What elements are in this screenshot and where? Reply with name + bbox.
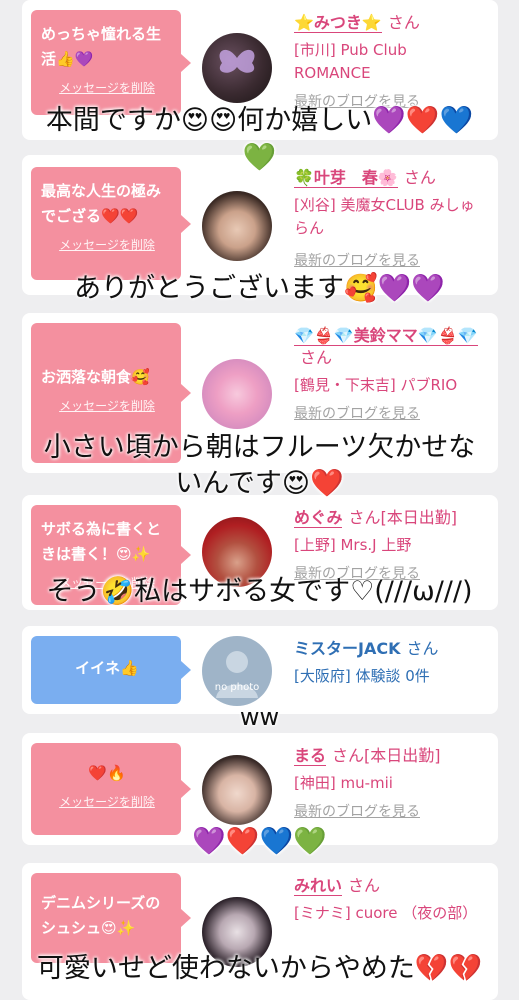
shop-name[interactable]: [上野] Mrs.J 上野: [294, 534, 488, 557]
no-photo-label: no photo: [214, 682, 260, 693]
message-text: イイネ👍: [75, 659, 139, 677]
user-name[interactable]: ⭐みつき⭐ さん: [294, 12, 488, 34]
delete-message-link[interactable]: メッセージを削除: [41, 233, 173, 258]
shop-name[interactable]: [大阪府] 体験談 0件: [294, 665, 488, 688]
message-bubble: イイネ👍: [31, 636, 191, 704]
caption-3: 小さい頃から朝はフルーツ欠かせな: [43, 432, 476, 463]
latest-blog-link[interactable]: 最新のブログを見る: [294, 250, 488, 270]
caption-1-continued: 💚: [242, 142, 277, 173]
latest-blog-link[interactable]: 最新のブログを見る: [294, 801, 488, 821]
avatar[interactable]: [202, 33, 272, 103]
butterfly-photo: [219, 49, 255, 73]
user-info: めぐみ さん[本日出勤] [上野] Mrs.J 上野 最新のブログを見る: [294, 507, 488, 583]
shop-name[interactable]: [鶴見・下末吉] パブRIO: [294, 374, 488, 397]
avatar[interactable]: [202, 755, 272, 825]
message-text: 最高な人生の極みでござる❤️❤️: [41, 182, 162, 225]
shop-name[interactable]: [神田] mu-mii: [294, 772, 488, 795]
user-info: 🍀叶芽 春🌸 さん [刈谷] 美魔女CLUB みしゅらん 最新のブログを見る: [294, 167, 488, 270]
caption-6: 💜❤️💙💚: [192, 826, 327, 857]
message-bubble: 最高な人生の極みでござる❤️❤️ メッセージを削除: [31, 167, 191, 280]
caption-2: ありがとうございます🥰💜💜: [74, 273, 445, 304]
avatar[interactable]: no photo: [202, 636, 272, 706]
caption-3-continued: いんです😍❤️: [175, 468, 344, 499]
message-bubble: ❤️🔥 メッセージを削除: [31, 743, 191, 835]
message-text: ❤️🔥: [88, 764, 126, 782]
avatar[interactable]: [202, 359, 272, 429]
shop-name[interactable]: [市川] Pub Club ROMANCE: [294, 39, 488, 85]
shop-name[interactable]: [ミナミ] cuore （夜の部）: [294, 902, 488, 925]
user-info: ⭐みつき⭐ さん [市川] Pub Club ROMANCE 最新のブログを見る: [294, 12, 488, 111]
user-name[interactable]: ミスターJACK さん: [294, 638, 488, 660]
message-text: お洒落な朝食🥰: [41, 368, 150, 386]
user-info: みれい さん [ミナミ] cuore （夜の部）: [294, 875, 488, 925]
delete-message-link[interactable]: メッセージを削除: [41, 76, 173, 101]
caption-5: ww: [239, 703, 280, 731]
latest-blog-link[interactable]: 最新のブログを見る: [294, 403, 488, 423]
no-photo-silhouette-icon: [216, 651, 258, 698]
message-text: めっちゃ憧れる生活👍💜: [41, 25, 162, 68]
user-info: 💎👙💎美鈴ママ💎👙💎さん [鶴見・下末吉] パブRIO 最新のブログを見る: [294, 325, 488, 423]
user-info: まる さん[本日出勤] [神田] mu-mii 最新のブログを見る: [294, 745, 488, 821]
caption-1: 本間ですか😍😍何か嬉しい💜❤️💙: [45, 105, 474, 136]
user-info: ミスターJACK さん [大阪府] 体験談 0件: [294, 638, 488, 688]
message-bubble: デニムシリーズのシュシュ😍✨: [31, 873, 191, 963]
user-name[interactable]: めぐみ さん[本日出勤]: [294, 507, 488, 529]
user-name[interactable]: みれい さん: [294, 875, 488, 897]
message-bubble: めっちゃ憧れる生活👍💜 メッセージを削除: [31, 10, 191, 115]
caption-7: 可愛いせど使わないからやめた💔💔: [36, 953, 483, 984]
caption-4: そう🤣私はサボる女です♡(///ω///): [46, 576, 473, 607]
message-text: サボる為に書くときは書く！😍✨: [41, 520, 162, 563]
message-text: デニムシリーズのシュシュ😍✨: [41, 894, 161, 937]
shop-name[interactable]: [刈谷] 美魔女CLUB みしゅらん: [294, 194, 488, 240]
delete-message-link[interactable]: メッセージを削除: [41, 790, 173, 815]
user-name[interactable]: まる さん[本日出勤]: [294, 745, 488, 767]
delete-message-link[interactable]: メッセージを削除: [41, 394, 173, 419]
avatar[interactable]: [202, 191, 272, 261]
user-name[interactable]: 💎👙💎美鈴ママ💎👙💎さん: [294, 325, 488, 369]
